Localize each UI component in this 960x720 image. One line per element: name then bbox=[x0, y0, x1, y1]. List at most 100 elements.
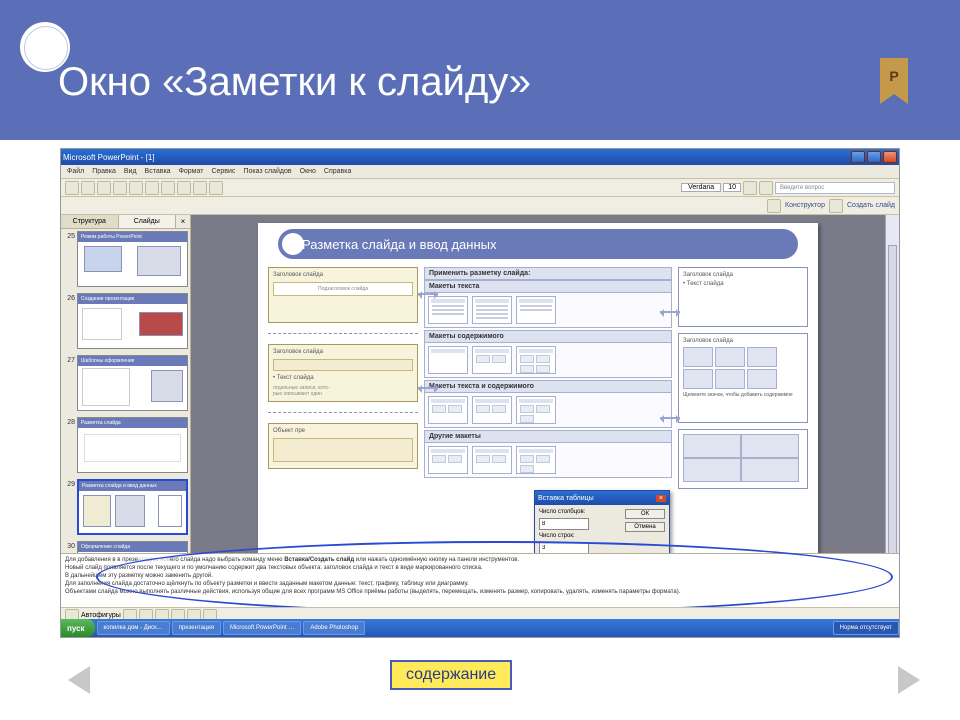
menu-format[interactable]: Формат bbox=[179, 168, 204, 175]
slide-thumb[interactable]: Режим работы PowerPoint bbox=[77, 231, 188, 287]
layout-option[interactable] bbox=[428, 396, 468, 424]
notes-pane[interactable]: Для добавления в в презентацию новего сл… bbox=[61, 553, 899, 607]
font-size[interactable]: 10 bbox=[723, 183, 741, 192]
slide-thumb[interactable]: Разметка слайда bbox=[77, 417, 188, 473]
cut-icon[interactable] bbox=[129, 181, 143, 195]
layout-option[interactable] bbox=[516, 296, 556, 324]
panel-close-icon[interactable]: × bbox=[176, 215, 190, 228]
menu-edit[interactable]: Правка bbox=[92, 168, 116, 175]
layout-option[interactable] bbox=[428, 446, 468, 474]
open-icon[interactable] bbox=[81, 181, 95, 195]
thumb-num: 27 bbox=[63, 355, 75, 411]
formatting-toolbar: Конструктор Создать слайд bbox=[61, 197, 899, 215]
contents-button[interactable]: содержание bbox=[390, 660, 512, 690]
bookmark-icon[interactable]: P bbox=[880, 58, 908, 94]
layout-option[interactable] bbox=[516, 346, 556, 374]
italic-icon[interactable] bbox=[759, 181, 773, 195]
menu-file[interactable]: Файл bbox=[67, 168, 84, 175]
page-title: Окно «Заметки к слайду» bbox=[58, 60, 531, 105]
layout-option[interactable] bbox=[472, 396, 512, 424]
layout-option[interactable] bbox=[516, 446, 556, 474]
tab-outline[interactable]: Структура bbox=[61, 215, 119, 228]
paste-icon[interactable] bbox=[161, 181, 175, 195]
layout-option[interactable] bbox=[428, 346, 468, 374]
layout-option[interactable] bbox=[428, 296, 468, 324]
taskbar-item[interactable]: презентация bbox=[172, 621, 221, 635]
slides-panel: Структура Слайды × 25Режим работы PowerP… bbox=[61, 215, 191, 591]
standard-toolbar: Verdana 10 Введите вопрос bbox=[61, 179, 899, 197]
font-name[interactable]: Verdana bbox=[681, 183, 721, 192]
bold-icon[interactable] bbox=[743, 181, 757, 195]
tab-slides[interactable]: Слайды bbox=[119, 215, 177, 228]
insert-table-dialog: Вставка таблицы× Число столбцов: Число с… bbox=[534, 490, 670, 559]
thumb-num: 26 bbox=[63, 293, 75, 349]
dialog-close-icon[interactable]: × bbox=[656, 495, 666, 502]
redo-icon[interactable] bbox=[193, 181, 207, 195]
layout-preview: Заголовок слайда Щелкните значок, чтобы … bbox=[678, 333, 808, 423]
vertical-scrollbar[interactable] bbox=[885, 215, 899, 591]
design-link[interactable]: Конструктор bbox=[785, 202, 825, 209]
thumb-num: 28 bbox=[63, 417, 75, 473]
maximize-button[interactable] bbox=[867, 151, 881, 163]
layout-preview: Заголовок слайда • Текст слайда bbox=[678, 267, 808, 327]
menu-tools[interactable]: Сервис bbox=[211, 168, 235, 175]
design-icon[interactable] bbox=[767, 199, 781, 213]
tray-text: Норма отсутствует bbox=[833, 621, 899, 635]
layout-section: Макеты текста bbox=[424, 280, 672, 293]
copy-icon[interactable] bbox=[145, 181, 159, 195]
layout-option[interactable] bbox=[472, 346, 512, 374]
layout-preview-table bbox=[678, 429, 808, 489]
current-slide: Разметка слайда и ввод данных Заголовок … bbox=[258, 223, 818, 583]
slide-thumb[interactable]: Разметка слайда и ввод данных bbox=[77, 479, 188, 535]
new-slide-icon[interactable] bbox=[829, 199, 843, 213]
columns-input[interactable] bbox=[539, 518, 589, 530]
layout-sample-title: Заголовок слайда Подзаголовок слайда bbox=[268, 267, 418, 323]
menu-slideshow[interactable]: Показ слайдов bbox=[243, 168, 291, 175]
slide-thumb[interactable]: Создание презентации bbox=[77, 293, 188, 349]
layout-header: Применить разметку слайда: bbox=[424, 267, 672, 280]
slide-canvas[interactable]: Разметка слайда и ввод данных Заголовок … bbox=[191, 215, 885, 591]
layout-option[interactable] bbox=[472, 296, 512, 324]
taskbar-item[interactable]: Adobe Photoshop bbox=[303, 621, 365, 635]
layout-option[interactable] bbox=[472, 446, 512, 474]
layout-section: Макеты текста и содержимого bbox=[424, 380, 672, 393]
menu-view[interactable]: Вид bbox=[124, 168, 137, 175]
prev-slide-button[interactable] bbox=[68, 666, 90, 694]
embedded-screenshot: Microsoft PowerPoint - [1] Файл Правка В… bbox=[60, 148, 900, 638]
close-button[interactable] bbox=[883, 151, 897, 163]
layout-option[interactable] bbox=[516, 396, 556, 424]
layout-section: Другие макеты bbox=[424, 430, 672, 443]
layout-sample-object: Объект пре bbox=[268, 423, 418, 469]
cancel-button[interactable]: Отмена bbox=[625, 522, 665, 532]
ok-button[interactable]: ОК bbox=[625, 509, 665, 519]
new-icon[interactable] bbox=[65, 181, 79, 195]
thumb-num: 29 bbox=[63, 479, 75, 535]
windows-taskbar: пуск копилка дом - Диск… презентация Mic… bbox=[61, 619, 899, 637]
menu-bar: Файл Правка Вид Вставка Формат Сервис По… bbox=[61, 165, 899, 179]
arrow-icon bbox=[418, 387, 438, 389]
menu-insert[interactable]: Вставка bbox=[145, 168, 171, 175]
save-icon[interactable] bbox=[97, 181, 111, 195]
layout-section: Макеты содержимого bbox=[424, 330, 672, 343]
next-slide-button[interactable] bbox=[898, 666, 920, 694]
menu-help[interactable]: Справка bbox=[324, 168, 351, 175]
window-title: Microsoft PowerPoint - [1] bbox=[63, 153, 155, 162]
zoom-icon[interactable] bbox=[209, 181, 223, 195]
arrow-icon bbox=[660, 311, 680, 313]
taskbar-item[interactable]: копилка дом - Диск… bbox=[97, 621, 170, 635]
start-button[interactable]: пуск bbox=[61, 619, 95, 637]
minimize-button[interactable] bbox=[851, 151, 865, 163]
arrow-icon bbox=[418, 293, 438, 295]
inner-slide-title: Разметка слайда и ввод данных bbox=[278, 229, 798, 259]
taskbar-item[interactable]: Microsoft PowerPoint … bbox=[223, 621, 301, 635]
new-slide-link[interactable]: Создать слайд bbox=[847, 202, 895, 209]
arrow-icon bbox=[660, 417, 680, 419]
menu-window[interactable]: Окно bbox=[300, 168, 316, 175]
autoshapes-menu[interactable]: Автофигуры bbox=[81, 612, 121, 619]
slide-thumb[interactable]: Шаблоны оформления bbox=[77, 355, 188, 411]
thumb-num: 25 bbox=[63, 231, 75, 287]
undo-icon[interactable] bbox=[177, 181, 191, 195]
help-question-input[interactable]: Введите вопрос bbox=[775, 182, 895, 194]
window-titlebar: Microsoft PowerPoint - [1] bbox=[61, 149, 899, 165]
print-icon[interactable] bbox=[113, 181, 127, 195]
